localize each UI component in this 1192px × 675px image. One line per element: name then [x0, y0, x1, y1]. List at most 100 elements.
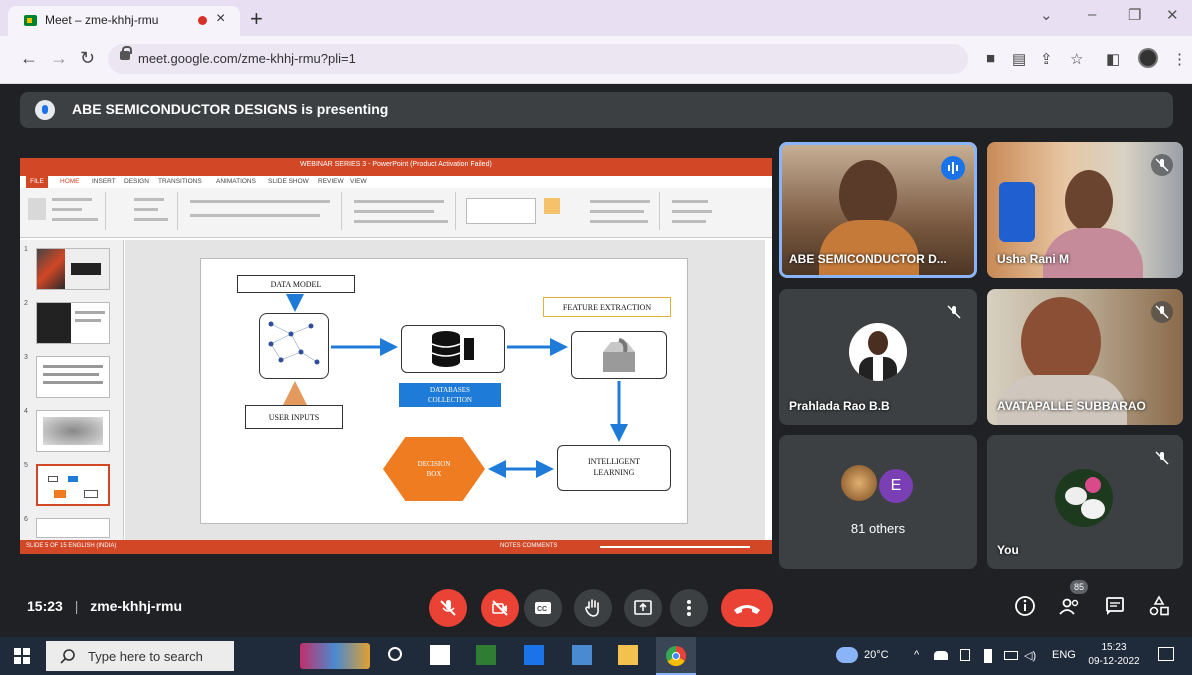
ribbon-group-slides	[110, 192, 178, 230]
slide-thumbnail	[36, 302, 110, 344]
shared-screen: WEBINAR SERIES 3 - PowerPoint (Product A…	[20, 158, 772, 554]
participant-tile-usha[interactable]: Usha Rani M	[987, 142, 1183, 278]
tray-chevron-icon[interactable]: ^	[914, 649, 919, 661]
side-panel-icon[interactable]: ◧	[1106, 50, 1120, 68]
leave-call-button[interactable]	[721, 589, 773, 627]
meeting-details-button[interactable]	[1014, 595, 1036, 622]
svg-text:CC: CC	[537, 606, 547, 613]
battery-icon[interactable]	[984, 649, 992, 663]
participant-name: ABE SEMICONDUCTOR D...	[789, 252, 947, 266]
back-icon[interactable]: ←	[20, 48, 38, 69]
taskbar-widget-banner[interactable]	[300, 643, 370, 669]
cloud-icon[interactable]	[934, 651, 948, 660]
weather-temp[interactable]: 20°C	[864, 649, 889, 661]
people-count-badge: 85	[1070, 580, 1088, 594]
camera-off-icon	[492, 600, 508, 616]
participant-tile-prahlada[interactable]: Prahlada Rao B.B	[779, 289, 977, 425]
ppt-tab-slideshow: SLIDE SHOW	[268, 178, 309, 185]
people-button[interactable]	[1058, 595, 1082, 622]
camera-icon[interactable]: ■	[986, 50, 995, 67]
file-explorer-icon[interactable]	[618, 645, 638, 665]
url-text[interactable]: meet.google.com/zme-khhj-rmu?pli=1	[138, 51, 356, 66]
search-placeholder[interactable]: Type here to search	[88, 649, 203, 664]
search-icon	[60, 649, 75, 664]
weather-icon[interactable]	[836, 647, 858, 663]
more-options-button[interactable]	[670, 589, 708, 627]
tab-search-button[interactable]: ⌄	[1040, 6, 1053, 24]
camera-toggle-button[interactable]	[481, 589, 519, 627]
profile-avatar[interactable]	[1138, 48, 1158, 68]
mic-off-icon	[1151, 447, 1173, 469]
chat-icon	[1106, 597, 1124, 615]
raise-hand-button[interactable]	[574, 589, 612, 627]
task-view-icon[interactable]	[388, 647, 402, 661]
translate-icon[interactable]: ▤	[1012, 50, 1026, 68]
people-icon	[1059, 598, 1079, 615]
photos-icon[interactable]	[572, 645, 592, 665]
end-call-icon	[734, 605, 760, 614]
participant-tile-avatapalle[interactable]: AVATAPALLE SUBBARAO	[987, 289, 1183, 425]
ppt-slide-thumbnails: 1 2 3 4 5 6	[20, 240, 124, 540]
share-icon[interactable]: ⇪	[1040, 50, 1053, 68]
captions-icon: CC	[535, 602, 551, 614]
tab-close-button[interactable]: ×	[216, 10, 225, 28]
ppt-ribbon-tabs: FILE HOME INSERT DESIGN TRANSITIONS ANIM…	[20, 176, 772, 188]
taskbar-search-box[interactable]: Type here to search	[46, 641, 234, 671]
participant-tile-presenter[interactable]: ABE SEMICONDUCTOR D...	[779, 142, 977, 278]
others-count: 81 others	[850, 521, 906, 536]
chat-button[interactable]	[1104, 595, 1126, 622]
ppt-tab-file: FILE	[26, 176, 48, 188]
device-icon[interactable]	[960, 649, 970, 661]
forward-icon[interactable]: →	[50, 48, 68, 69]
ppt-tab-view: VIEW	[350, 178, 367, 185]
slide-number: 1	[24, 246, 28, 253]
store-icon[interactable]	[476, 645, 496, 665]
notifications-icon[interactable]	[1158, 647, 1174, 661]
ppt-title-bar: WEBINAR SERIES 3 - PowerPoint (Product A…	[20, 158, 772, 176]
speaking-indicator-icon	[941, 156, 965, 180]
slide-thumbnail	[36, 410, 110, 452]
slide-thumbnail	[36, 356, 110, 398]
taskbar-clock[interactable]: 15:23 09-12-2022	[1084, 641, 1144, 669]
present-button[interactable]	[624, 589, 662, 627]
participant-avatar-initial: E	[879, 469, 913, 503]
browser-tab-strip: Meet – zme-khhj-rmu × + ⌄ – ❐ ✕	[0, 0, 1192, 36]
volume-icon[interactable]: ◁)	[1024, 649, 1036, 662]
network-icon[interactable]	[1004, 651, 1018, 660]
mail-icon[interactable]	[524, 645, 544, 665]
self-tile[interactable]: You	[987, 435, 1183, 569]
restore-button[interactable]: ❐	[1128, 6, 1141, 24]
mic-off-icon	[1151, 154, 1173, 176]
lock-icon[interactable]	[120, 46, 132, 60]
chrome-taskbar-button[interactable]	[656, 637, 696, 675]
others-tile[interactable]: E 81 others	[779, 435, 977, 569]
ribbon-group-editing	[664, 192, 744, 230]
ppt-tab-insert: INSERT	[92, 178, 116, 185]
participant-video	[1021, 297, 1101, 387]
present-icon	[634, 600, 652, 615]
browser-tab-meet[interactable]: Meet – zme-khhj-rmu ×	[8, 6, 240, 36]
file-icon[interactable]	[430, 645, 450, 665]
mic-toggle-button[interactable]	[429, 589, 467, 627]
meet-control-bar: 15:23 | zme-khhj-rmu CC 85	[0, 575, 1192, 637]
new-tab-button[interactable]: +	[250, 6, 263, 32]
recording-indicator-icon	[198, 16, 207, 25]
bookmark-star-icon[interactable]: ☆	[1070, 50, 1083, 68]
slide-diagram: DATA MODEL FEATURE EXTRACTION DATABASES …	[200, 258, 688, 524]
more-menu-icon[interactable]: ⋮	[1172, 50, 1187, 68]
ppt-tab-home: HOME	[60, 178, 80, 185]
activities-button[interactable]	[1148, 595, 1170, 622]
address-bar[interactable]: meet.google.com/zme-khhj-rmu?pli=1	[108, 44, 968, 74]
ribbon-group-clipboard	[24, 192, 106, 230]
language-indicator[interactable]: ENG	[1052, 649, 1076, 661]
meet-favicon-icon	[24, 15, 37, 26]
minimize-button[interactable]: –	[1088, 6, 1096, 23]
ppt-status-bar: SLIDE 5 OF 15 ENGLISH (INDIA) NOTES COMM…	[20, 540, 772, 554]
windows-start-icon[interactable]	[14, 648, 30, 669]
close-window-button[interactable]: ✕	[1166, 6, 1179, 24]
captions-button[interactable]: CC	[524, 589, 562, 627]
meeting-separator: |	[74, 598, 79, 614]
ppt-ribbon	[20, 188, 772, 238]
reload-icon[interactable]: ↻	[80, 48, 95, 69]
slide-number: 3	[24, 354, 28, 361]
